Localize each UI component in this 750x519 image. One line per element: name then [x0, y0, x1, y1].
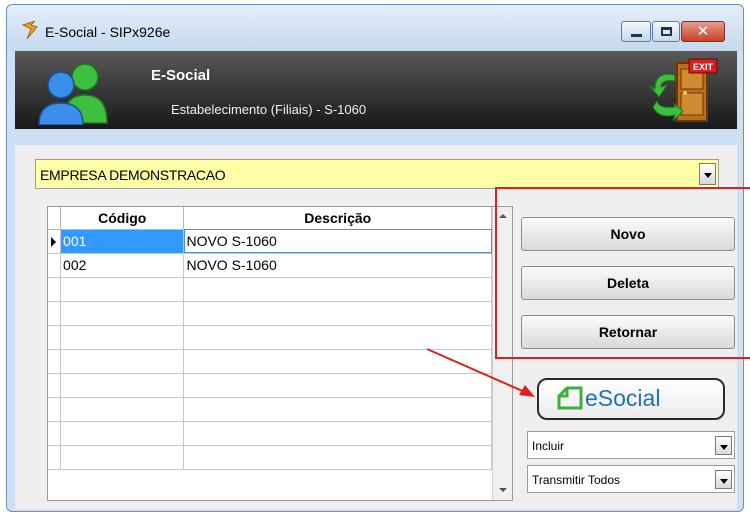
- table-row-empty: [48, 301, 492, 326]
- grid-table: Código Descrição 001 NOVO S-1060 002 NOV…: [48, 207, 492, 470]
- table-row-empty: [48, 445, 492, 470]
- chevron-down-icon: [704, 173, 712, 178]
- transmit-select[interactable]: Transmitir Todos: [527, 465, 735, 493]
- cell-codigo[interactable]: 001: [60, 229, 185, 254]
- exit-badge-text: EXIT: [693, 62, 714, 72]
- table-row[interactable]: 002 NOVO S-1060: [48, 253, 492, 278]
- minimize-button[interactable]: [621, 21, 651, 42]
- users-icon: [38, 63, 108, 125]
- row-indicator: [48, 253, 62, 278]
- app-window: E-Social - SIPx926e ✕ E-Social Estabelec…: [6, 4, 750, 512]
- annotation-arrow-icon: [426, 348, 535, 397]
- grid-header-row: Código Descrição: [48, 207, 492, 230]
- chevron-down-icon: [720, 445, 728, 450]
- header-banner: E-Social Estabelecimento (Filiais) - S-1…: [15, 51, 737, 129]
- maximize-button[interactable]: [652, 21, 680, 42]
- row-pointer-icon: [51, 236, 56, 247]
- grid-indicator-header: [48, 207, 62, 230]
- esocial-action-value: Incluir: [532, 439, 565, 453]
- minimize-icon: [631, 34, 642, 37]
- close-button[interactable]: ✕: [681, 21, 725, 42]
- chevron-down-icon: [720, 479, 728, 484]
- transmit-dropdown-button[interactable]: [715, 470, 732, 489]
- app-icon: [21, 21, 38, 40]
- company-select[interactable]: EMPRESA DEMONSTRACAO: [35, 159, 719, 189]
- exit-door-icon[interactable]: EXIT: [645, 57, 719, 125]
- company-select-value: EMPRESA DEMONSTRACAO: [40, 167, 226, 183]
- window-title: E-Social - SIPx926e: [45, 24, 171, 40]
- close-icon: ✕: [696, 22, 710, 40]
- column-header-codigo[interactable]: Código: [60, 207, 185, 230]
- cell-descricao[interactable]: NOVO S-1060: [183, 253, 492, 278]
- cell-codigo[interactable]: 002: [60, 253, 185, 278]
- esocial-button[interactable]: eSocial: [537, 378, 725, 420]
- action-dropdown-button[interactable]: [715, 436, 732, 455]
- annotation-highlight-box: [495, 187, 750, 359]
- esocial-label: eSocial: [585, 385, 661, 411]
- main-content: EMPRESA DEMONSTRACAO Código Descrição 00…: [15, 145, 750, 509]
- header-title: E-Social: [151, 67, 211, 84]
- maximize-icon: [661, 27, 672, 36]
- table-row-empty: [48, 277, 492, 302]
- title-bar[interactable]: E-Social - SIPx926e ✕: [7, 5, 743, 51]
- transmit-select-value: Transmitir Todos: [532, 473, 621, 487]
- row-indicator: [48, 229, 62, 254]
- scroll-down-icon[interactable]: [499, 488, 507, 492]
- column-header-descricao[interactable]: Descrição: [183, 207, 492, 230]
- table-row-empty: [48, 421, 492, 446]
- header-subtitle: Estabelecimento (Filiais) - S-1060: [171, 102, 367, 117]
- cell-descricao[interactable]: NOVO S-1060: [183, 229, 492, 254]
- esocial-logo-icon: [557, 386, 583, 410]
- company-dropdown-button[interactable]: [699, 163, 716, 185]
- esocial-action-select[interactable]: Incluir: [527, 431, 735, 459]
- table-row[interactable]: 001 NOVO S-1060: [48, 229, 492, 254]
